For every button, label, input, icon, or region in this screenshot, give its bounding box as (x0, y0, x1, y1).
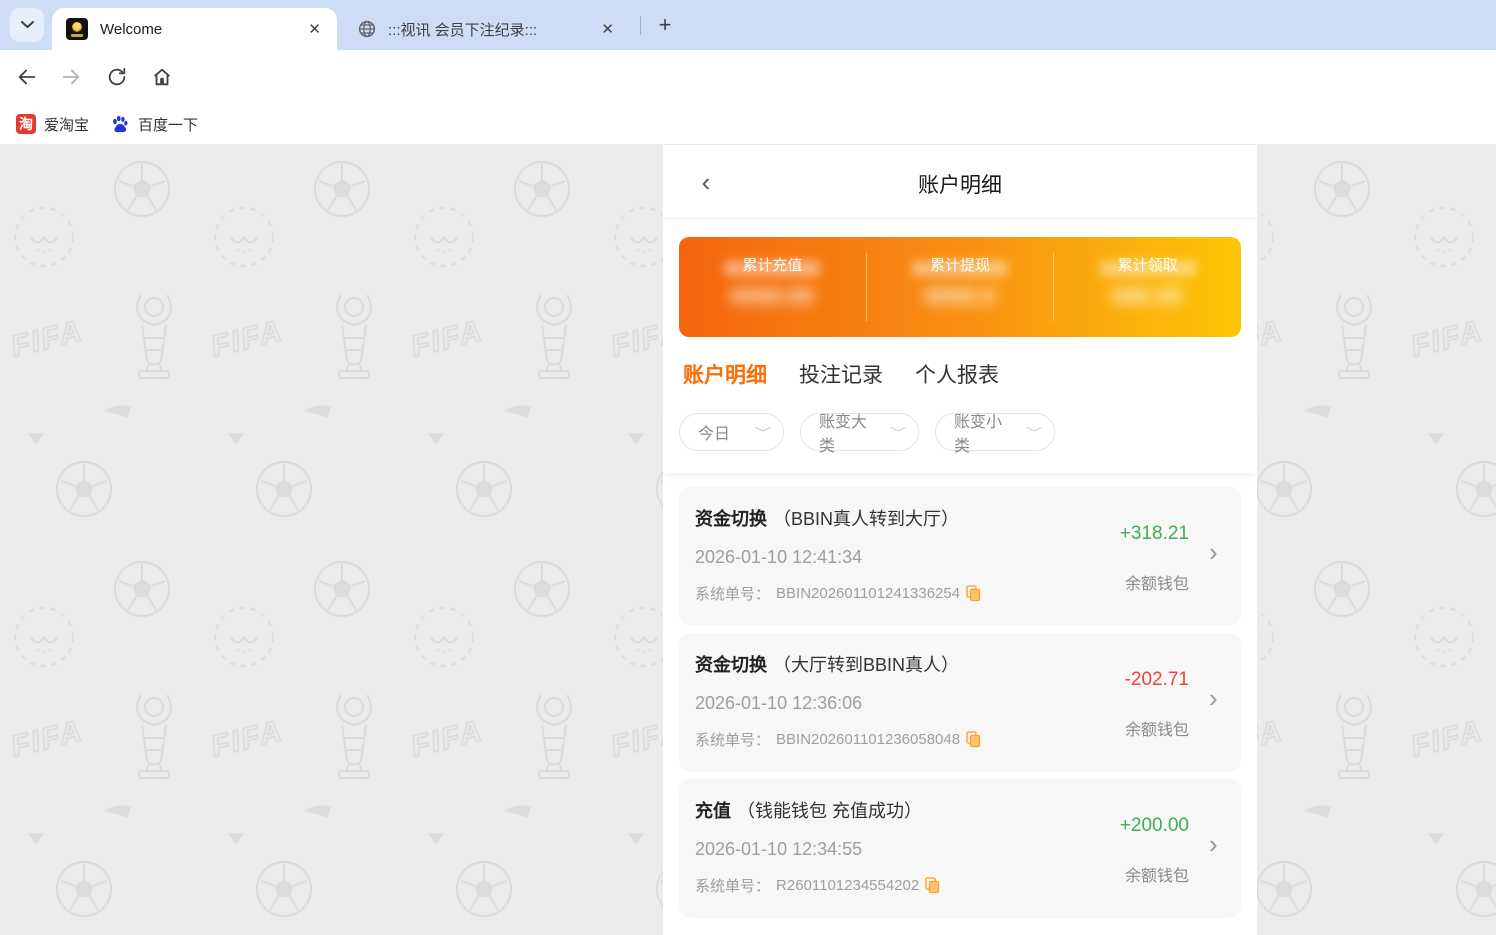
chevron-down-icon: ﹀ (755, 424, 772, 441)
browser-tab-welcome[interactable]: Welcome ✕ (52, 8, 337, 50)
reload-button[interactable] (102, 62, 132, 92)
browser-tab-strip: Welcome ✕ :::视讯 会员下注纪录::: ✕ + (0, 0, 1496, 50)
transaction-detail: （钱能钱包 充值成功） (737, 801, 922, 821)
filter-bar: 今日 ﹀ 账变大类 ﹀ 账变小类 ﹀ (663, 409, 1257, 473)
home-button[interactable] (147, 62, 177, 92)
transaction-type: 资金切换 (695, 655, 767, 675)
browser-tab-records[interactable]: :::视讯 会员下注纪录::: ✕ (348, 8, 628, 50)
order-number: R2601101234554202 (776, 877, 919, 894)
summary-value-blurred: 8888.88 (679, 285, 866, 309)
copy-icon[interactable] (925, 877, 940, 894)
summary-withdraw: 累计提现 8888.8 (867, 237, 1054, 337)
transaction-list: 资金切换 （BBIN真人转到大厅） 2026-01-10 12:41:34 系统单… (663, 473, 1257, 918)
redaction-blur (912, 261, 1008, 276)
tab-account-detail[interactable]: 账户明细 (683, 359, 767, 409)
summary-value-blurred: 888.88 (1054, 285, 1241, 309)
globe-icon (358, 20, 376, 38)
bookmark-label: 百度一下 (138, 114, 198, 135)
summary-card: 累计充值 8888.88 累计提现 8888.8 累计领取 888.88 (679, 237, 1241, 337)
summary-claim: 累计领取 888.88 (1054, 237, 1241, 337)
transaction-row[interactable]: 资金切换 （BBIN真人转到大厅） 2026-01-10 12:41:34 系统单… (679, 487, 1241, 626)
forward-arrow-icon (60, 66, 82, 88)
order-number: BBIN202601101236058048 (776, 731, 960, 748)
bookmark-baidu[interactable]: 百度一下 (110, 111, 198, 137)
chevron-down-icon: ﹀ (1026, 424, 1043, 441)
copy-icon[interactable] (966, 585, 981, 602)
tab-search-button[interactable] (10, 8, 44, 42)
wallet-label: 余额钱包 (1125, 570, 1189, 594)
site-logo-icon (66, 18, 88, 40)
chevron-right-icon[interactable]: › (1209, 831, 1223, 857)
filter-minor-category-dropdown[interactable]: 账变小类 ﹀ (935, 413, 1055, 451)
taobao-icon: 淘 (16, 114, 36, 134)
filter-label: 账变大类 (819, 408, 874, 456)
transaction-time: 2026-01-10 12:36:06 (695, 693, 1241, 714)
tab-title: :::视讯 会员下注纪录::: (388, 19, 597, 40)
tab-personal-report[interactable]: 个人报表 (915, 359, 999, 409)
chevron-right-icon[interactable]: › (1209, 685, 1223, 711)
chevron-down-icon: ﹀ (890, 424, 907, 441)
transaction-detail: （大厅转到BBIN真人） (773, 655, 959, 675)
filter-label: 今日 (698, 420, 730, 444)
transaction-type: 资金切换 (695, 509, 767, 529)
back-button[interactable] (12, 62, 42, 92)
chevron-right-icon[interactable]: › (1209, 539, 1223, 565)
transaction-amount: +318.21 (1120, 523, 1189, 545)
transaction-row[interactable]: 充值（钱能钱包 充值成功） 2026-01-10 12:34:55 系统单号： … (679, 779, 1241, 918)
transaction-type: 充值 (695, 801, 731, 821)
summary-value-blurred: 8888.8 (867, 285, 1054, 309)
close-icon[interactable]: ✕ (597, 18, 618, 40)
filter-date-dropdown[interactable]: 今日 ﹀ (679, 413, 784, 451)
transaction-time: 2026-01-10 12:34:55 (695, 839, 1241, 860)
redaction-blur (724, 261, 820, 276)
order-label: 系统单号： (695, 729, 770, 750)
reload-icon (106, 66, 128, 88)
bookmark-taobao[interactable]: 淘 爱淘宝 (16, 111, 89, 137)
filter-label: 账变小类 (954, 408, 1010, 456)
copy-icon[interactable] (966, 731, 981, 748)
bookmark-label: 爱淘宝 (44, 114, 89, 135)
transaction-amount: +200.00 (1120, 815, 1189, 837)
new-tab-button[interactable]: + (650, 10, 680, 40)
summary-deposit: 累计充值 8888.88 (679, 237, 866, 337)
home-icon (151, 66, 173, 88)
wallet-label: 余额钱包 (1125, 716, 1189, 740)
transaction-amount: -202.71 (1125, 669, 1189, 691)
baidu-paw-icon (110, 114, 130, 134)
order-label: 系统单号： (695, 583, 770, 604)
redaction-blur (1100, 261, 1196, 276)
back-arrow-icon (16, 66, 38, 88)
browser-toolbar: ld48.com/reports/index?tab=0 (0, 50, 1496, 104)
forward-button[interactable] (56, 62, 86, 92)
page-background: FIFA ‹ 账户明细 累计充值 8888.88 累计提现 888 (0, 145, 1496, 935)
bookmarks-bar: 淘 爱淘宝 百度一下 (0, 104, 1496, 145)
account-detail-panel: ‹ 账户明细 累计充值 8888.88 累计提现 8888.8 累计领取 888… (663, 145, 1257, 935)
transaction-time: 2026-01-10 12:41:34 (695, 547, 1241, 568)
chevron-down-icon (21, 21, 34, 29)
page-title: 账户明细 (663, 169, 1257, 199)
tab-bet-records[interactable]: 投注记录 (799, 359, 883, 409)
order-number: BBIN202601101241336254 (776, 585, 960, 602)
transaction-row[interactable]: 资金切换 （大厅转到BBIN真人） 2026-01-10 12:36:06 系统单… (679, 633, 1241, 772)
filter-major-category-dropdown[interactable]: 账变大类 ﹀ (800, 413, 919, 451)
close-icon[interactable]: ✕ (304, 18, 325, 40)
section-tabs: 账户明细 投注记录 个人报表 (663, 337, 1257, 409)
tab-title: Welcome (100, 21, 304, 38)
transaction-detail: （BBIN真人转到大厅） (773, 509, 959, 529)
wallet-label: 余额钱包 (1125, 862, 1189, 886)
tab-separator (640, 16, 641, 35)
panel-header: ‹ 账户明细 (663, 145, 1257, 219)
order-label: 系统单号： (695, 875, 770, 896)
